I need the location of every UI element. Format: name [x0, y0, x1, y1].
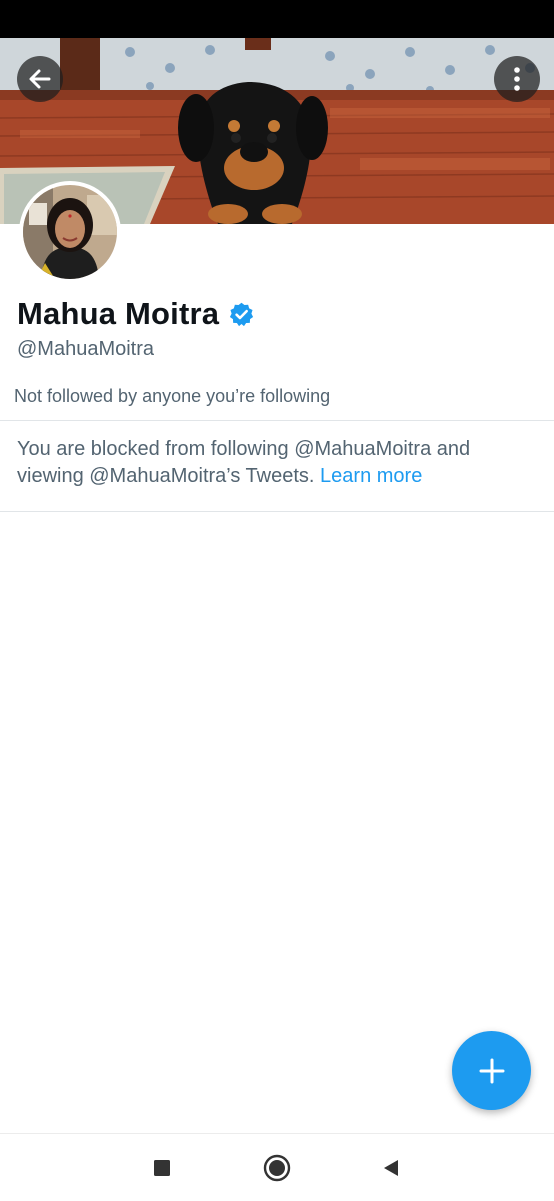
- arrow-left-icon: [29, 69, 51, 89]
- circle-home-icon: [263, 1154, 291, 1182]
- followed-by-text: Not followed by anyone you’re following: [14, 386, 331, 406]
- more-options-button[interactable]: [494, 56, 540, 102]
- plus-icon: [479, 1058, 504, 1083]
- square-recents-icon: [154, 1160, 170, 1176]
- compose-tweet-button[interactable]: [452, 1031, 531, 1110]
- more-vertical-icon: [514, 67, 520, 91]
- profile-handle: @MahuaMoitra: [17, 338, 155, 360]
- triangle-back-icon: [384, 1160, 398, 1176]
- divider: [0, 420, 554, 421]
- avatar-image: [23, 185, 117, 279]
- status-bar: [0, 0, 554, 38]
- avatar[interactable]: [19, 181, 121, 283]
- back-button[interactable]: [17, 56, 63, 102]
- home-button[interactable]: [262, 1153, 292, 1183]
- display-name: Mahua Moitra: [17, 296, 220, 331]
- recents-button[interactable]: [147, 1153, 177, 1183]
- system-navigation-bar: [0, 1133, 554, 1201]
- learn-more-link[interactable]: Learn more: [320, 465, 422, 487]
- blocked-message: You are blocked from following @MahuaMoi…: [17, 436, 517, 490]
- verified-badge-icon: [230, 302, 254, 326]
- divider: [0, 511, 554, 512]
- profile-name-row: Mahua Moitra: [17, 296, 255, 332]
- system-back-button[interactable]: [376, 1153, 406, 1183]
